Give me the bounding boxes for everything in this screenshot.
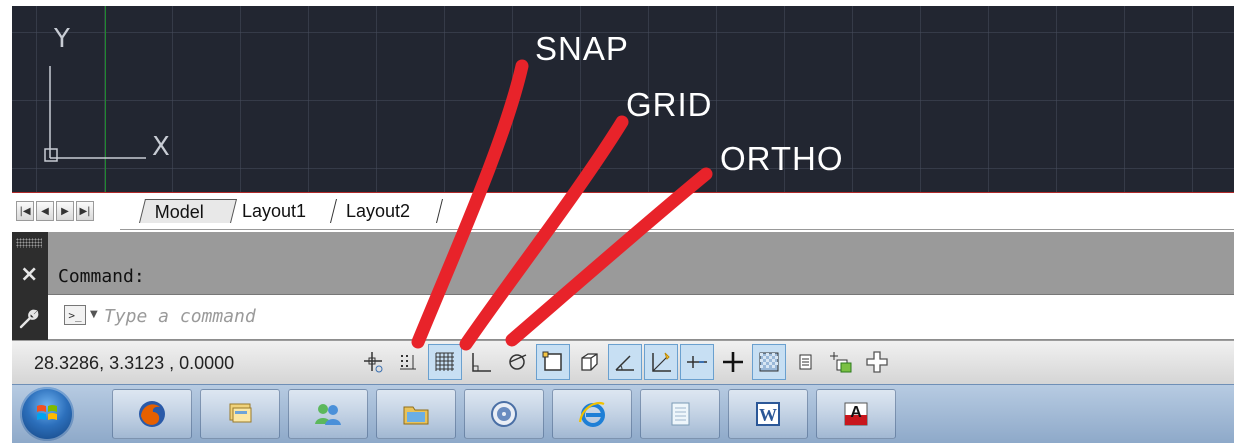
people-icon [315,404,341,425]
command-input[interactable] [104,301,1004,331]
object-snap-icon [542,351,562,371]
itunes-icon [491,401,517,427]
drafting-toggles [356,344,894,382]
command-history: Command: [48,232,1234,294]
tab-layout1-label: Layout1 [242,201,307,221]
ucs-x-label: X [152,132,170,162]
selection-cycling-icon [830,352,852,373]
autocad-window: Y X |◀ ◀ ▶ ▶| Model Layout1 Layout2 × Co… [0,0,1234,443]
infer-constraints-toggle[interactable] [356,344,390,380]
word-icon: W [756,402,780,426]
3d-osnap-toggle[interactable] [572,344,606,380]
polar-toggle[interactable] [500,344,534,380]
transparency-icon [759,352,779,372]
quick-properties-toggle[interactable] [788,344,822,380]
command-line-side-bar: × [12,232,48,340]
last-tab-icon[interactable]: ▶| [76,201,94,221]
word-letter: W [759,405,777,425]
notepad-icon [671,402,690,426]
first-tab-icon[interactable]: |◀ [16,201,34,221]
command-input-row: >_ ▼ [48,294,1234,339]
3d-object-snap-icon [581,353,598,371]
lineweight-toggle[interactable] [716,344,750,380]
autocad-letter: A [850,404,862,421]
tab-layout2-label: Layout2 [346,201,411,221]
taskbar-notepad[interactable] [640,389,720,439]
tab-model[interactable]: Model [139,199,237,223]
status-bar: 28.3286, 3.3123 , 0.0000 [12,340,1234,385]
next-tab-icon[interactable]: ▶ [56,201,74,221]
grip-handle-icon[interactable] [16,238,42,248]
quick-properties-icon [799,354,812,370]
autocad-icon: A [844,402,868,426]
taskbar-itunes[interactable] [464,389,544,439]
osnap-toggle[interactable] [536,344,570,380]
grid-annotation-label: GRID [626,86,713,123]
snap-annotation-label: SNAP [535,30,629,67]
dynamic-input-icon [687,356,707,368]
command-line-panel: × Command: >_ ▼ [12,232,1234,340]
grid-toggle[interactable] [428,344,462,380]
taskbar-windows-explorer[interactable] [200,389,280,439]
infer-constraints-icon [364,352,383,373]
grid-icon [435,352,454,371]
start-button[interactable] [20,387,74,441]
tab-layout2[interactable]: Layout2 [335,199,443,223]
object-tracking-icon [615,355,634,371]
chevron-down-icon[interactable]: ▼ [90,309,98,320]
ucs-icon: Y X [38,26,178,176]
tab-navigation: |◀ ◀ ▶ ▶| [16,201,94,223]
tab-layout1[interactable]: Layout1 [231,199,337,223]
firefox-icon [139,401,165,427]
left-border [0,0,12,442]
polar-tracking-icon [509,354,527,370]
taskbar-word[interactable]: W [728,389,808,439]
ortho-icon [472,353,491,372]
layout-tabs-bar: |◀ ◀ ▶ ▶| Model Layout1 Layout2 [12,193,1234,227]
taskbar-internet-explorer[interactable] [552,389,632,439]
windows-taskbar: W A [12,384,1234,443]
transparency-toggle[interactable] [752,344,786,380]
folder-icon [403,406,429,425]
dynamic-ucs-icon [652,352,671,372]
ucs-y-label: Y [54,24,70,54]
ortho-toggle[interactable] [464,344,498,380]
annotation-monitor-toggle[interactable] [860,344,894,380]
taskbar-autocad[interactable]: A [816,389,896,439]
dyn-toggle[interactable] [680,344,714,380]
taskbar-firefox[interactable] [112,389,192,439]
snap-icon [400,355,416,370]
folders-window-icon [229,403,252,423]
lineweight-icon [723,352,743,372]
tabs-divider [120,229,1234,230]
selection-cycling-toggle[interactable] [824,344,858,380]
tab-model-label: Model [154,202,204,222]
ortho-annotation-label: ORTHO [720,140,844,177]
close-icon[interactable]: × [20,264,38,286]
plus-icon [866,351,888,373]
snap-toggle[interactable] [392,344,426,380]
command-history-label: Command: [58,266,145,287]
cursor-coordinates[interactable]: 28.3286, 3.3123 , 0.0000 [34,353,234,374]
taskbar-people[interactable] [288,389,368,439]
taskbar-file-manager[interactable] [376,389,456,439]
ducs-toggle[interactable] [644,344,678,380]
windows-logo-icon [37,405,57,420]
prev-tab-icon[interactable]: ◀ [36,201,54,221]
internet-explorer-icon [578,401,605,427]
wrench-icon[interactable] [18,308,42,330]
otrack-toggle[interactable] [608,344,642,380]
command-prompt-icon[interactable]: >_ [64,305,86,325]
